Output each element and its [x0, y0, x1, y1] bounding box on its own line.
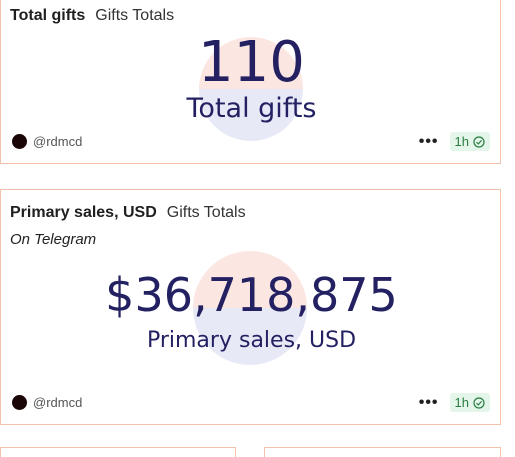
card-footer-actions: ••• 1h	[419, 393, 490, 412]
more-icon[interactable]: •••	[419, 394, 439, 410]
author-name[interactable]: @rdmcd	[33, 134, 82, 149]
card-header: Total gifts Gifts Totals	[10, 7, 174, 25]
status-badge[interactable]: 1h	[449, 393, 490, 412]
avatar	[12, 134, 27, 149]
card-title[interactable]: Total gifts	[10, 7, 85, 25]
age-label: 1h	[454, 395, 469, 410]
status-badge[interactable]: 1h	[449, 132, 490, 151]
metric-value: $36,718,875	[105, 268, 398, 322]
card-footer-actions: ••• 1h	[419, 132, 490, 151]
more-icon[interactable]: •••	[419, 133, 439, 149]
metric-label: Primary sales, USD	[146, 328, 357, 353]
author[interactable]: @rdmcd	[12, 395, 82, 410]
check-circle-icon	[473, 135, 485, 148]
avatar	[12, 395, 27, 410]
author[interactable]: @rdmcd	[12, 134, 82, 149]
card-partial	[0, 447, 236, 457]
card-category[interactable]: Gifts Totals	[95, 7, 174, 25]
card-header: Primary sales, USD Gifts Totals	[10, 204, 246, 222]
card-partial	[264, 447, 501, 457]
card-total-gifts: Total gifts Gifts Totals 110 Total gifts…	[0, 0, 501, 164]
check-circle-icon	[473, 396, 485, 409]
card-category[interactable]: Gifts Totals	[167, 204, 246, 222]
card-title[interactable]: Primary sales, USD	[10, 204, 157, 222]
card-subtitle: On Telegram	[10, 231, 97, 248]
card-primary-sales: Primary sales, USD Gifts Totals On Teleg…	[0, 189, 501, 425]
metric-value: 110	[198, 30, 305, 95]
age-label: 1h	[454, 134, 469, 149]
metric-label: Total gifts	[186, 93, 317, 124]
author-name[interactable]: @rdmcd	[33, 395, 82, 410]
